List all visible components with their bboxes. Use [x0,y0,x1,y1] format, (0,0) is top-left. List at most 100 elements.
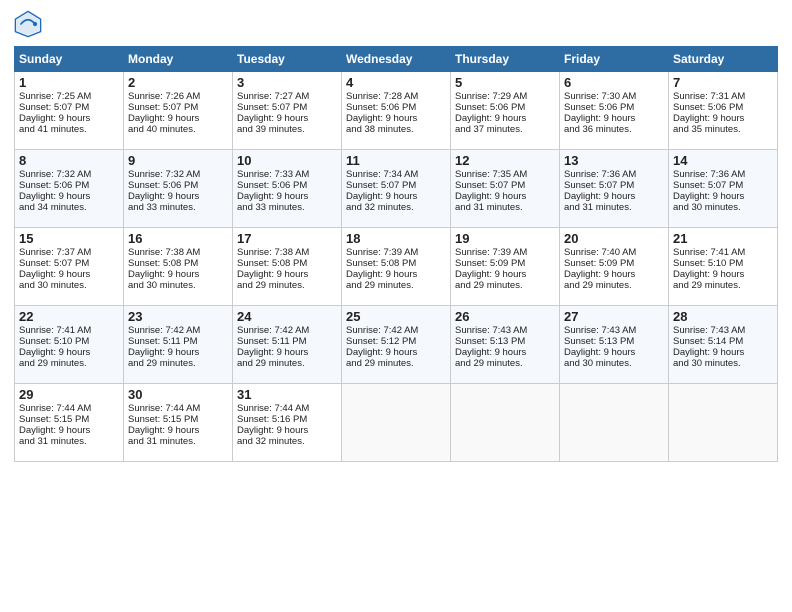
cell-line: and 29 minutes. [128,358,228,369]
calendar-week-row: 8Sunrise: 7:32 AMSunset: 5:06 PMDaylight… [15,150,778,228]
cell-line: Daylight: 9 hours [455,113,555,124]
cell-line: Daylight: 9 hours [128,113,228,124]
cell-line: Sunset: 5:09 PM [564,258,664,269]
cell-line: Sunrise: 7:39 AM [346,247,446,258]
calendar-cell [451,384,560,462]
day-number: 13 [564,153,664,168]
cell-line: Sunrise: 7:32 AM [128,169,228,180]
cell-line: Daylight: 9 hours [346,269,446,280]
calendar-cell: 16Sunrise: 7:38 AMSunset: 5:08 PMDayligh… [124,228,233,306]
day-number: 11 [346,153,446,168]
cell-line: and 30 minutes. [673,202,773,213]
cell-line: Daylight: 9 hours [346,347,446,358]
day-number: 7 [673,75,773,90]
calendar-cell: 8Sunrise: 7:32 AMSunset: 5:06 PMDaylight… [15,150,124,228]
cell-line: Sunset: 5:07 PM [673,180,773,191]
cell-line: Sunset: 5:07 PM [237,102,337,113]
weekday-header-thursday: Thursday [451,47,560,72]
cell-line: Sunrise: 7:31 AM [673,91,773,102]
day-number: 26 [455,309,555,324]
cell-line: and 30 minutes. [19,280,119,291]
cell-line: Daylight: 9 hours [237,191,337,202]
cell-line: and 29 minutes. [346,358,446,369]
weekday-header-row: SundayMondayTuesdayWednesdayThursdayFrid… [15,47,778,72]
cell-line: Daylight: 9 hours [346,113,446,124]
cell-line: Daylight: 9 hours [564,113,664,124]
weekday-header-saturday: Saturday [669,47,778,72]
calendar-cell: 10Sunrise: 7:33 AMSunset: 5:06 PMDayligh… [233,150,342,228]
cell-line: Sunset: 5:06 PM [128,180,228,191]
day-number: 18 [346,231,446,246]
cell-line: Daylight: 9 hours [455,191,555,202]
calendar-cell: 22Sunrise: 7:41 AMSunset: 5:10 PMDayligh… [15,306,124,384]
cell-line: Daylight: 9 hours [673,191,773,202]
day-number: 10 [237,153,337,168]
cell-line: Sunset: 5:13 PM [455,336,555,347]
cell-line: Daylight: 9 hours [128,425,228,436]
weekday-header-friday: Friday [560,47,669,72]
logo [14,10,46,38]
cell-line: and 35 minutes. [673,124,773,135]
calendar-cell [669,384,778,462]
cell-line: and 30 minutes. [564,358,664,369]
cell-line: and 31 minutes. [19,436,119,447]
cell-line: Sunset: 5:09 PM [455,258,555,269]
cell-line: and 33 minutes. [128,202,228,213]
day-number: 4 [346,75,446,90]
cell-line: and 32 minutes. [237,436,337,447]
day-number: 3 [237,75,337,90]
cell-line: Sunset: 5:13 PM [564,336,664,347]
day-number: 22 [19,309,119,324]
calendar-cell: 7Sunrise: 7:31 AMSunset: 5:06 PMDaylight… [669,72,778,150]
cell-line: Sunrise: 7:43 AM [673,325,773,336]
cell-line: Sunset: 5:10 PM [673,258,773,269]
calendar-cell [560,384,669,462]
cell-line: Sunset: 5:11 PM [128,336,228,347]
cell-line: Sunrise: 7:42 AM [128,325,228,336]
day-number: 28 [673,309,773,324]
cell-line: and 29 minutes. [346,280,446,291]
cell-line: Sunset: 5:06 PM [237,180,337,191]
calendar-cell: 23Sunrise: 7:42 AMSunset: 5:11 PMDayligh… [124,306,233,384]
page-container: SundayMondayTuesdayWednesdayThursdayFrid… [0,0,792,612]
cell-line: Sunset: 5:15 PM [128,414,228,425]
weekday-header-monday: Monday [124,47,233,72]
cell-line: and 36 minutes. [564,124,664,135]
day-number: 6 [564,75,664,90]
cell-line: Sunset: 5:07 PM [19,102,119,113]
day-number: 2 [128,75,228,90]
cell-line: Sunset: 5:12 PM [346,336,446,347]
calendar-cell: 25Sunrise: 7:42 AMSunset: 5:12 PMDayligh… [342,306,451,384]
cell-line: Sunrise: 7:41 AM [673,247,773,258]
calendar-cell: 3Sunrise: 7:27 AMSunset: 5:07 PMDaylight… [233,72,342,150]
day-number: 30 [128,387,228,402]
cell-line: and 38 minutes. [346,124,446,135]
cell-line: Sunset: 5:14 PM [673,336,773,347]
calendar-cell: 14Sunrise: 7:36 AMSunset: 5:07 PMDayligh… [669,150,778,228]
cell-line: Sunset: 5:08 PM [128,258,228,269]
calendar-body: 1Sunrise: 7:25 AMSunset: 5:07 PMDaylight… [15,72,778,462]
cell-line: Sunrise: 7:33 AM [237,169,337,180]
cell-line: Sunset: 5:10 PM [19,336,119,347]
cell-line: Sunrise: 7:36 AM [564,169,664,180]
cell-line: Sunset: 5:06 PM [455,102,555,113]
cell-line: Sunset: 5:11 PM [237,336,337,347]
cell-line: Daylight: 9 hours [564,347,664,358]
cell-line: Daylight: 9 hours [128,347,228,358]
cell-line: Sunrise: 7:38 AM [128,247,228,258]
cell-line: Daylight: 9 hours [673,269,773,280]
calendar-cell: 29Sunrise: 7:44 AMSunset: 5:15 PMDayligh… [15,384,124,462]
cell-line: Daylight: 9 hours [564,191,664,202]
cell-line: Daylight: 9 hours [237,113,337,124]
cell-line: Sunrise: 7:29 AM [455,91,555,102]
cell-line: Sunset: 5:06 PM [346,102,446,113]
cell-line: Sunrise: 7:35 AM [455,169,555,180]
cell-line: Daylight: 9 hours [673,113,773,124]
calendar-table: SundayMondayTuesdayWednesdayThursdayFrid… [14,46,778,462]
cell-line: Daylight: 9 hours [237,347,337,358]
calendar-cell: 9Sunrise: 7:32 AMSunset: 5:06 PMDaylight… [124,150,233,228]
day-number: 8 [19,153,119,168]
cell-line: Sunrise: 7:40 AM [564,247,664,258]
logo-icon [14,10,42,38]
cell-line: Sunrise: 7:25 AM [19,91,119,102]
